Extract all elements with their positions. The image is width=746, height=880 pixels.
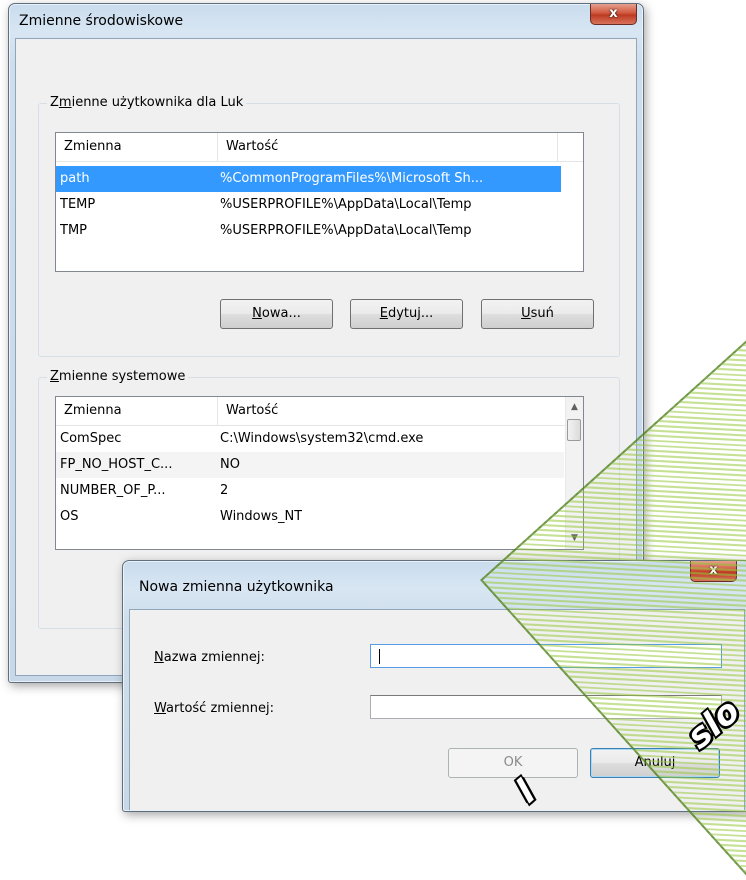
variable-name: ComSpec (60, 431, 122, 446)
column-header-value[interactable]: Wartość (218, 133, 558, 161)
list-row[interactable]: NUMBER_OF_P... 2 (56, 478, 564, 504)
new-button[interactable]: Nowa... (220, 299, 333, 329)
variable-value: 2 (220, 483, 229, 498)
edit-button[interactable]: Edytuj... (350, 299, 463, 329)
title-bar[interactable]: Zmienne środowiskowe x (9, 4, 643, 38)
list-header: Zmienna Wartość (56, 133, 583, 162)
variable-name: OS (60, 509, 79, 524)
vertical-scrollbar[interactable]: ▲ ▼ (565, 397, 583, 549)
list-row[interactable]: path %CommonProgramFiles%\Microsoft Sh..… (56, 166, 561, 192)
close-button[interactable]: x (590, 4, 637, 25)
system-variables-list[interactable]: Zmienna Wartość ComSpec C:\Windows\syste… (55, 396, 584, 550)
dialog-title: Zmienne środowiskowe (19, 13, 184, 29)
text-caret (379, 649, 380, 664)
scroll-thumb[interactable] (567, 419, 581, 441)
scroll-down-icon[interactable]: ▼ (566, 530, 583, 547)
close-icon: x (609, 6, 618, 21)
list-row[interactable]: OS Windows_NT (56, 504, 564, 530)
close-button[interactable]: x (690, 561, 737, 582)
list-row[interactable]: TEMP %USERPROFILE%\AppData\Local\Temp (56, 192, 561, 218)
list-row[interactable]: ComSpec C:\Windows\system32\cmd.exe (56, 426, 564, 452)
ok-button[interactable]: OK (448, 748, 578, 778)
variable-value: C:\Windows\system32\cmd.exe (220, 431, 424, 446)
system-variables-title: Zmienne systemowe (47, 369, 189, 384)
variable-value-label: Wartość zmiennej: (154, 701, 275, 716)
column-header-variable[interactable]: Zmienna (56, 397, 218, 425)
variable-name: TEMP (60, 197, 96, 212)
variable-value: NO (220, 457, 240, 472)
list-row[interactable]: TMP %USERPROFILE%\AppData\Local\Temp (56, 218, 561, 244)
variable-value: %CommonProgramFiles%\Microsoft Sh... (220, 171, 484, 186)
delete-button[interactable]: Usuń (481, 299, 594, 329)
dialog-body: Nazwa zmiennej: Wartość zmiennej: OK Anu… (129, 609, 745, 810)
new-user-variable-dialog: Nowa zmienna użytkownika x Nazwa zmienne… (122, 560, 746, 812)
column-header-variable[interactable]: Zmienna (56, 133, 218, 161)
title-bar[interactable]: Nowa zmienna użytkownika x (123, 561, 746, 595)
variable-name: NUMBER_OF_P... (60, 483, 166, 498)
user-variables-list[interactable]: Zmienna Wartość path %CommonProgramFiles… (55, 132, 584, 272)
variable-value: Windows_NT (220, 509, 303, 524)
variable-value: %USERPROFILE%\AppData\Local\Temp (220, 197, 472, 212)
user-variables-title: Zmienne użytkownika dla Luk (47, 95, 247, 110)
list-header: Zmienna Wartość (56, 397, 565, 426)
variable-name-input[interactable] (370, 644, 722, 668)
dialog-title: Nowa zmienna użytkownika (139, 579, 334, 595)
user-variables-group: Zmienne użytkownika dla Luk Zmienna Wart… (38, 95, 620, 357)
scroll-up-icon[interactable]: ▲ (566, 399, 583, 416)
list-row[interactable]: FP_NO_HOST_C... NO (56, 452, 564, 478)
variable-value: %USERPROFILE%\AppData\Local\Temp (220, 223, 472, 238)
column-header-value[interactable]: Wartość (218, 397, 564, 425)
cancel-button[interactable]: Anuluj (590, 748, 720, 778)
variable-name: path (60, 171, 90, 186)
close-icon: x (709, 563, 718, 578)
variable-name-label: Nazwa zmiennej: (154, 650, 265, 665)
variable-value-input[interactable] (370, 695, 722, 719)
variable-name: FP_NO_HOST_C... (60, 457, 173, 472)
variable-name: TMP (60, 223, 87, 238)
